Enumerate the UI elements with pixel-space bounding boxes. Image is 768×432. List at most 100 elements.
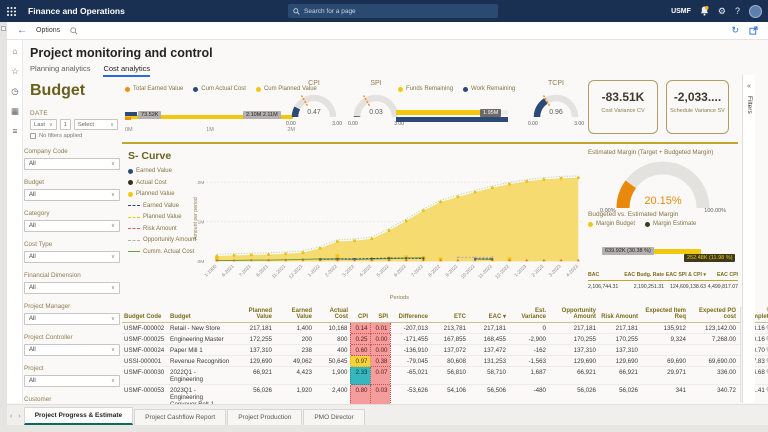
- bell-icon[interactable]: [700, 6, 709, 16]
- section-divider: [122, 142, 738, 144]
- page-title: Project monitoring and control: [30, 46, 213, 60]
- column-header-planned-value[interactable]: Planned Value: [232, 306, 274, 323]
- date-mode-select[interactable]: Last ∨: [30, 119, 57, 130]
- schedule-variance-card[interactable]: -2,033.... Schedule Variance SV: [666, 80, 729, 134]
- kpi-header[interactable]: EAC CPI: [706, 272, 738, 278]
- filter-select-project[interactable]: All ∨: [24, 375, 120, 387]
- column-header-etc[interactable]: ETC: [430, 306, 468, 323]
- tcpi-gauge[interactable]: TCPI 0.96 0.00 3.00: [528, 80, 584, 131]
- svg-text:2M: 2M: [198, 180, 205, 186]
- date-unit-select[interactable]: Select ∨: [73, 119, 118, 130]
- back-arrow-icon[interactable]: ←: [17, 25, 27, 36]
- svg-text:1-2023: 1-2023: [513, 263, 528, 278]
- column-header-budget-code[interactable]: Budget Code: [122, 306, 168, 323]
- legend-swatch-icon: [645, 221, 651, 227]
- kpi-header[interactable]: EAC Budg. Rate: [624, 272, 664, 278]
- filter-label: Budget: [24, 179, 44, 186]
- filter-select-company-code[interactable]: All ∨: [24, 158, 120, 170]
- cost-variance-card[interactable]: -83.51K Cost Variance CV: [588, 80, 658, 134]
- scurve-chart[interactable]: 0M1M2MAmount per period1-1900 6-2021 7-202…: [192, 152, 586, 304]
- table-cell: Paper Mill 1: [168, 344, 232, 356]
- table-cell: 400: [314, 344, 350, 356]
- options-menu[interactable]: Options: [36, 27, 60, 34]
- refresh-icon[interactable]: ↻: [731, 25, 739, 36]
- filter-select-budget[interactable]: All ∨: [24, 189, 120, 201]
- estimated-margin-gauge[interactable]: 20.15% 0.00% 100.00%: [598, 158, 728, 219]
- column-header-actual-cost[interactable]: Actual Cost: [314, 306, 350, 323]
- svg-text:8-2021: 8-2021: [255, 263, 270, 278]
- column-header-difference[interactable]: Difference: [390, 306, 430, 323]
- svg-text:4-2023: 4-2023: [565, 263, 580, 278]
- filter-select-category[interactable]: All ∨: [24, 220, 120, 232]
- remaining-bars[interactable]: 1.95M: [396, 109, 508, 124]
- column-header-opportunity-amount[interactable]: Opportunity Amount: [548, 306, 598, 323]
- tabs-prev-icon[interactable]: ‹: [10, 413, 12, 420]
- table-cell: 800: [314, 333, 350, 345]
- table-cell: 137,072: [430, 344, 468, 356]
- legend-swatch-icon: [128, 251, 140, 252]
- report-page-tab-project-cashflow-report[interactable]: Project Cashflow Report: [134, 409, 227, 425]
- budget-bullet-chart[interactable]: 73.52K 2.10M 2.11M 0M 1M 2M: [125, 111, 295, 133]
- column-header-spi[interactable]: SPI: [370, 306, 390, 323]
- settings-gear-icon[interactable]: ⚙: [718, 6, 726, 16]
- filter-select-financial-dimension[interactable]: All ∨: [24, 282, 120, 294]
- table-cell: 1,400: [274, 322, 314, 334]
- column-header-eac[interactable]: EAC ▾: [468, 306, 508, 323]
- workspaces-icon[interactable]: ▦: [7, 106, 23, 120]
- recent-icon[interactable]: ◷: [7, 86, 23, 100]
- filter-label: Financial Dimension: [24, 272, 81, 279]
- cpi-gauge[interactable]: CPI 0.47 0.00 3.00: [286, 80, 342, 131]
- margin-bullet-chart[interactable]: 639.92K (30.38 %) 252.48K (11.98 %): [588, 240, 738, 266]
- kpi-header[interactable]: BAC: [588, 272, 624, 278]
- tab-planning-analytics[interactable]: Planning analytics: [30, 64, 90, 77]
- table-cell: 66,921: [548, 366, 598, 385]
- table-cell: 2022Q1 - Engineering: [168, 366, 232, 385]
- table-row[interactable]: USMF-000025 Engineering Master 172,255 200 8…: [122, 333, 768, 345]
- company-badge[interactable]: USMF: [671, 8, 691, 15]
- column-header-est-variance[interactable]: Est. Variance: [508, 306, 548, 323]
- nav-rail: ⌂ ☆ ◷ ▦ ≡: [7, 40, 23, 403]
- help-icon[interactable]: ?: [735, 6, 740, 16]
- column-header-expected-po-cost[interactable]: Expected PO cost: [688, 306, 738, 323]
- column-header-budget[interactable]: Budget: [168, 306, 232, 323]
- table-cell: USMF-000002: [122, 322, 168, 334]
- table-row[interactable]: USMF-000024 Paper Mill 1 137,310 238 400 0.60…: [122, 344, 768, 356]
- filter-select-project-manager[interactable]: All ∨: [24, 313, 120, 325]
- date-value-input[interactable]: 1: [59, 119, 71, 130]
- popout-icon[interactable]: [749, 26, 758, 35]
- table-row[interactable]: USMF-000030 2022Q1 - Engineering 66,921 4,4…: [122, 366, 768, 385]
- filter-select-project-controller[interactable]: All ∨: [24, 344, 120, 356]
- tabs-next-icon[interactable]: ›: [18, 413, 20, 420]
- table-row[interactable]: USMF-000002 Retail - New Store 217,181 1,40…: [122, 322, 768, 334]
- table-cell: 0.38: [369, 355, 391, 367]
- filter-select-cost-type[interactable]: All ∨: [24, 251, 120, 263]
- app-launcher-icon[interactable]: [0, 0, 22, 22]
- star-icon[interactable]: ☆: [7, 66, 23, 80]
- modules-icon[interactable]: ≡: [7, 126, 23, 140]
- expand-filters-icon[interactable]: «: [743, 83, 755, 90]
- report-page-tab-project-production[interactable]: Project Production: [227, 409, 303, 425]
- filter-label: Company Code: [24, 148, 68, 155]
- svg-text:0.03: 0.03: [369, 109, 383, 116]
- column-header-earned-value[interactable]: Earned Value: [274, 306, 314, 323]
- table-cell: 0.97: [349, 355, 371, 367]
- table-cell: [640, 344, 688, 356]
- table-cell: USMF-000024: [122, 344, 168, 356]
- panel-toggle-icon[interactable]: [1, 26, 6, 31]
- table-row[interactable]: USSI-000001 Revenue Recognition 129,690 49,…: [122, 355, 768, 367]
- user-avatar[interactable]: [749, 4, 762, 18]
- column-header-expected-item-req[interactable]: Expected Item Req: [640, 306, 688, 323]
- filter-group: Project All ∨: [24, 365, 120, 387]
- report-page-tab-project-progress-estimate[interactable]: Project Progress & Estimate: [23, 407, 134, 425]
- svg-text:5-2022: 5-2022: [376, 263, 391, 278]
- home-icon[interactable]: ⌂: [7, 46, 23, 60]
- search-input[interactable]: Search for a page: [288, 4, 498, 18]
- filters-collapsed-pane[interactable]: « Filters: [742, 75, 755, 403]
- report-page-tab-pmo-director[interactable]: PMO Director: [303, 409, 365, 425]
- column-header-risk-amount[interactable]: Risk Amount: [598, 306, 640, 323]
- page-search-icon[interactable]: [70, 26, 78, 35]
- tab-cost-analytics[interactable]: Cost analytics: [103, 64, 151, 77]
- table-cell: Retail - New Store: [168, 322, 232, 334]
- kpi-header[interactable]: EAC SPI & CPI ▾: [664, 272, 706, 278]
- column-header-cpi[interactable]: CPI: [350, 306, 370, 323]
